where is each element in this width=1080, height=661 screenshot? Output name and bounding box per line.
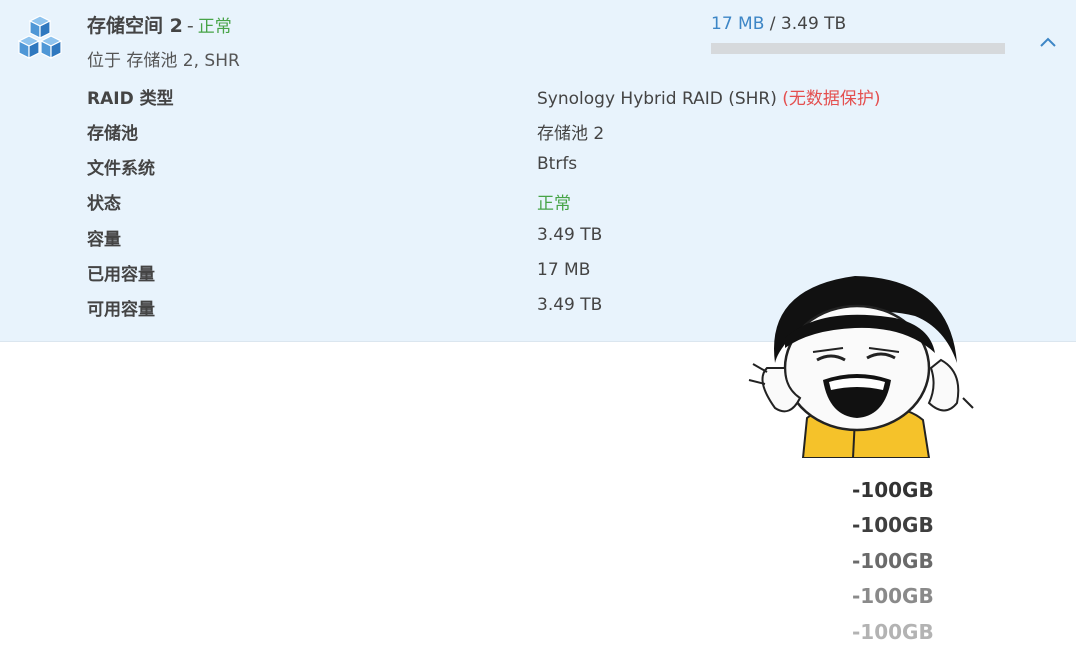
detail-key: 容量 [87,230,121,250]
usage-summary: 17 MB / 3.49 TB [711,14,846,34]
detail-key: 存储池 [87,124,138,144]
volume-location: 位于 存储池 2, SHR [87,51,240,71]
detail-key: 可用容量 [87,300,155,320]
detail-key: 已用容量 [87,265,155,285]
detail-key: RAID 类型 [87,89,174,109]
raid-type-value: Synology Hybrid RAID (SHR) [537,89,777,109]
no-protection-note: (无数据保护) [782,89,881,109]
laughing-face-sticker-icon [748,276,974,458]
detail-row-filesystem: 文件系统 Btrfs [0,154,1076,184]
detail-value: Btrfs [537,154,578,174]
volume-name: 存储空间 2 [87,15,183,37]
volume-title: 存储空间 2- 正常 [87,11,232,38]
detail-key: 状态 [87,194,121,214]
minus-100gb-1: -100GB [852,478,934,502]
minus-100gb-4: -100GB [852,584,934,608]
detail-row-status: 状态 正常 [0,189,1076,219]
minus-100gb-2: -100GB [852,513,934,537]
detail-value: 3.49 TB [537,225,603,245]
detail-row-storage-pool: 存储池 存储池 2 [0,119,1076,149]
detail-value: 正常 [537,194,571,214]
usage-bar [711,43,1005,54]
detail-row-capacity: 容量 3.49 TB [0,225,1076,255]
usage-used: 17 MB [711,14,765,34]
detail-value: 3.49 TB [537,295,603,315]
detail-value: 存储池 2 [537,124,605,144]
title-separator: - [186,15,194,37]
volume-status-inline: 正常 [197,17,232,37]
detail-value: Synology Hybrid RAID (SHR) (无数据保护) [537,84,881,109]
minus-100gb-5: -100GB [852,620,934,644]
detail-key: 文件系统 [87,159,155,179]
minus-100gb-3: -100GB [852,549,934,573]
collapse-button[interactable] [1036,30,1060,54]
usage-total: 3.49 TB [780,14,847,34]
volume-cubes-icon [17,15,63,59]
chevron-up-icon [1040,37,1056,47]
usage-separator: / [764,14,781,34]
detail-row-raid-type: RAID 类型 Synology Hybrid RAID (SHR) (无数据保… [0,84,1076,114]
detail-value: 17 MB [537,260,591,280]
